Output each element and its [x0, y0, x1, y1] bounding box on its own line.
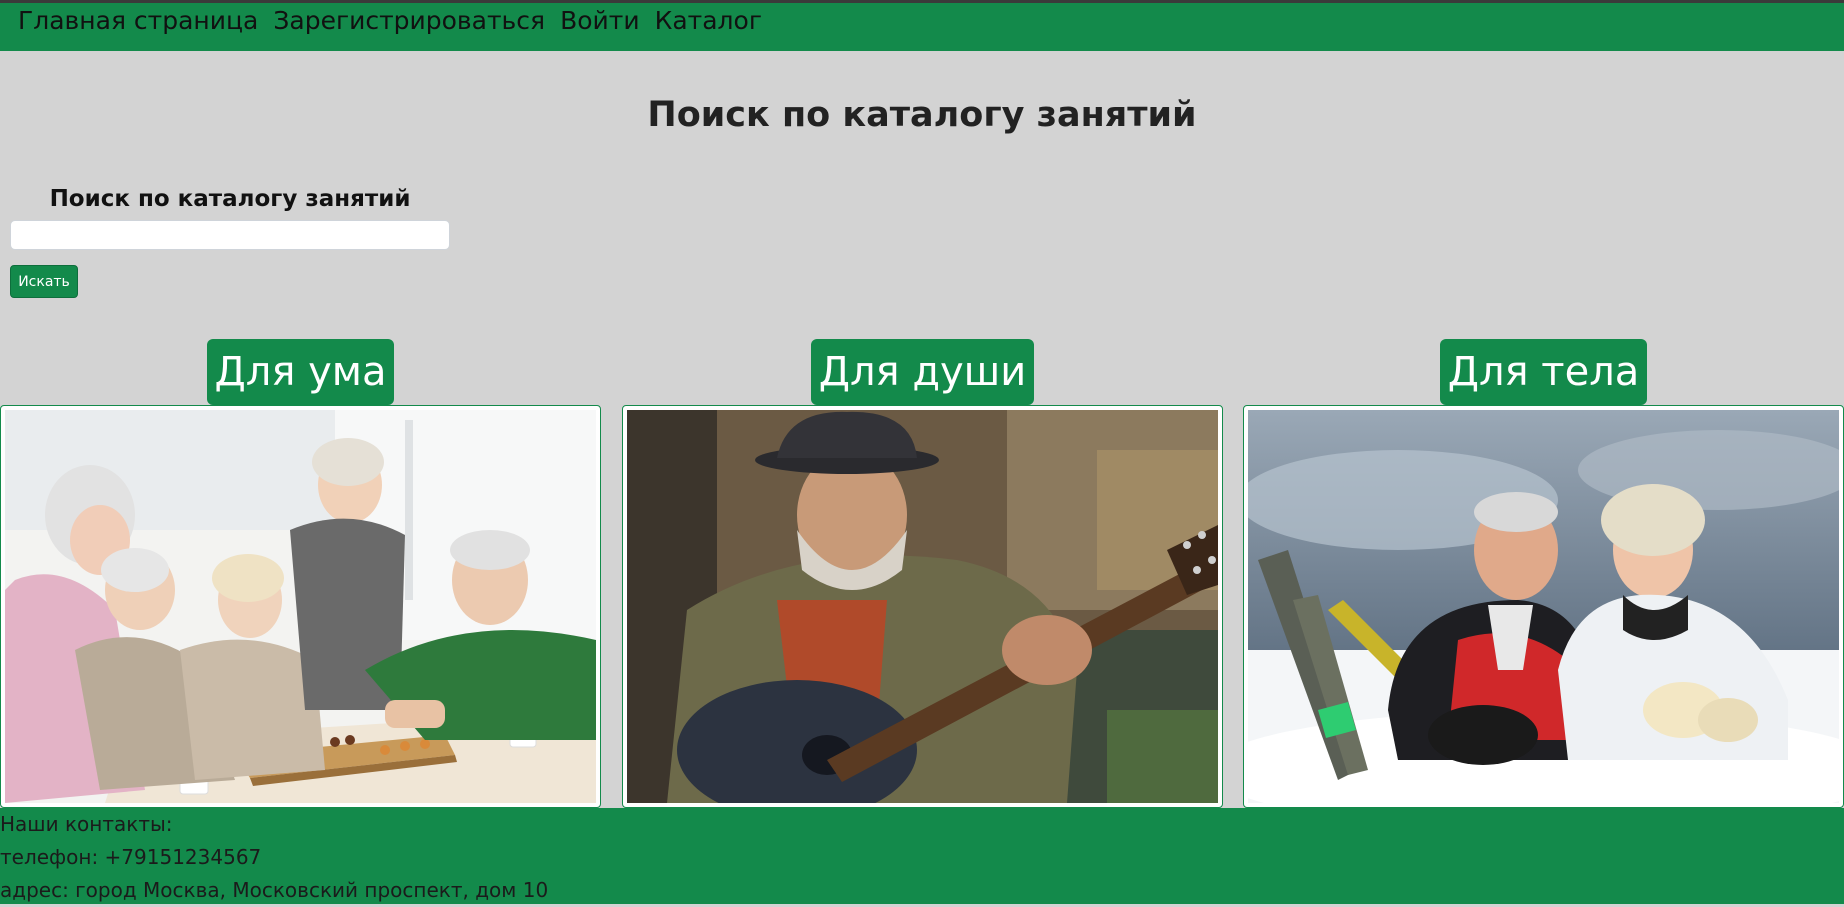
nav-link-register[interactable]: Зарегистрироваться	[273, 6, 545, 36]
category-card-soul: Для души	[622, 339, 1223, 808]
main-nav: Главная страница Зарегистрироваться Войт…	[18, 6, 762, 36]
contacts-heading: Наши контакты:	[0, 812, 173, 836]
contacts-address: адрес: город Москва, Московский проспект…	[0, 878, 549, 902]
top-navbar: Главная страница Зарегистрироваться Войт…	[0, 0, 1844, 51]
nav-link-home[interactable]: Главная страница	[18, 6, 258, 36]
category-card-body: Для тела	[1243, 339, 1844, 808]
category-card-mind: Для ума	[0, 339, 601, 808]
search-label: Поиск по каталогу занятий	[49, 186, 411, 212]
contacts-phone: телефон: +79151234567	[0, 845, 262, 869]
category-image-frame	[622, 405, 1223, 808]
search-input[interactable]	[10, 220, 450, 250]
seniors-playing-chess-photo[interactable]	[5, 410, 596, 803]
category-image-frame	[0, 405, 601, 808]
category-image-frame	[1243, 405, 1844, 808]
search-form: Поиск по каталогу занятий Искать	[10, 184, 450, 298]
man-playing-guitar-photo[interactable]	[627, 410, 1218, 803]
category-button-soul[interactable]: Для души	[810, 339, 1035, 405]
footer-contacts: Наши контакты: телефон: +79151234567 адр…	[0, 808, 1844, 904]
category-button-mind[interactable]: Для ума	[206, 339, 395, 405]
seniors-in-snow-skiing-photo[interactable]	[1248, 410, 1839, 803]
nav-link-catalog[interactable]: Каталог	[655, 6, 762, 36]
category-button-body[interactable]: Для тела	[1439, 339, 1648, 405]
page-title: Поиск по каталогу занятий	[647, 95, 1197, 135]
search-button[interactable]: Искать	[10, 265, 78, 298]
nav-link-login[interactable]: Войти	[560, 6, 640, 36]
